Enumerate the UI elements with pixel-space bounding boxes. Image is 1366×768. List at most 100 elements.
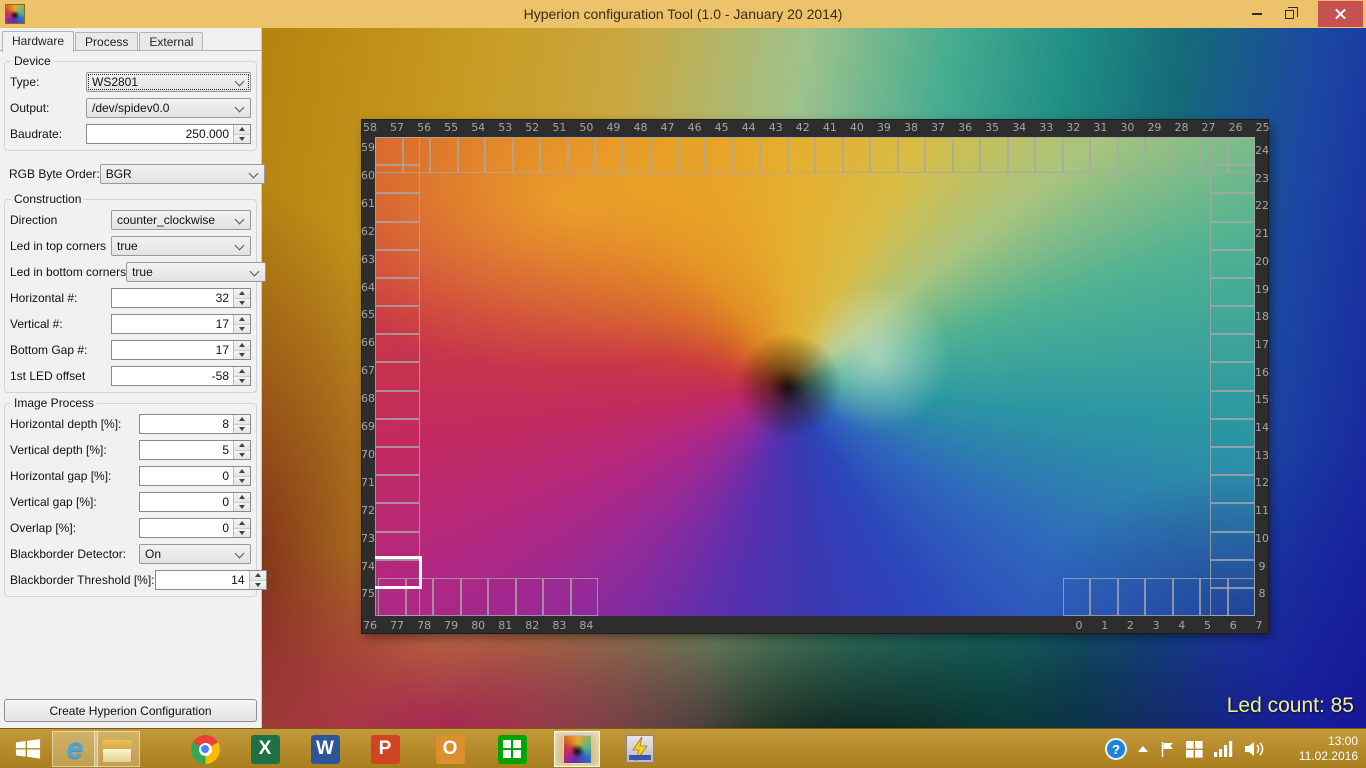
led-index-label: 69 <box>358 420 378 433</box>
led-index-label: 11 <box>1252 504 1272 517</box>
show-hidden-icons-chevron-icon[interactable] <box>1138 746 1148 752</box>
chevron-down-icon <box>248 169 258 179</box>
taskbar-app-internet-explorer[interactable]: e <box>52 731 98 767</box>
spin-up-button[interactable] <box>234 341 250 350</box>
spin-down-button[interactable] <box>234 424 250 434</box>
start-button[interactable] <box>6 733 50 765</box>
vertical-depth-spinbox[interactable]: 5 <box>139 440 251 460</box>
type-combo[interactable]: WS2801 <box>86 72 251 92</box>
taskbar-app-flash-tool[interactable] <box>617 731 663 767</box>
help-icon[interactable]: ? <box>1105 738 1127 760</box>
restore-button[interactable] <box>1274 0 1304 28</box>
spin-down-button[interactable] <box>250 580 266 590</box>
led-index-label: 66 <box>358 336 378 349</box>
form-row-rgb-byte-order: RGB Byte Order:BGR <box>9 161 252 187</box>
led-index-label: 58 <box>359 121 381 134</box>
taskbar-app-excel[interactable]: X <box>242 731 288 767</box>
blackborder-threshold-spinbox[interactable]: 14 <box>155 570 267 590</box>
led-cell <box>1173 137 1201 173</box>
1st-led-offset-spinbox[interactable]: -58 <box>111 366 251 386</box>
taskbar-app-file-explorer[interactable] <box>94 731 140 767</box>
combo-value: BGR <box>106 167 132 181</box>
titlebar: Hyperion configuration Tool (1.0 - Janua… <box>0 0 1366 28</box>
spin-down-button[interactable] <box>234 324 250 334</box>
spin-down-button[interactable] <box>234 450 250 460</box>
windows-tray-icon[interactable] <box>1186 741 1203 758</box>
taskbar-app-word[interactable]: W <box>302 731 348 767</box>
led-in-bottom-corners-combo[interactable]: true <box>126 262 266 282</box>
led-in-top-corners-combo[interactable]: true <box>111 236 251 256</box>
form-row-blackborder-threshold: Blackborder Threshold [%]:14 <box>10 567 251 593</box>
field-label-direction: Direction <box>10 213 57 227</box>
taskbar-app-chrome[interactable] <box>182 731 228 767</box>
led-index-label: 83 <box>548 619 570 632</box>
led-index-label: 3 <box>1145 619 1167 632</box>
spin-up-button[interactable] <box>234 289 250 298</box>
horizontal-spinbox[interactable]: 32 <box>111 288 251 308</box>
spin-buttons <box>233 441 250 459</box>
output-combo[interactable]: /dev/spidev0.0 <box>86 98 251 118</box>
clock-time: 13:00 <box>1282 734 1358 749</box>
network-signal-icon[interactable] <box>1214 741 1234 757</box>
spin-up-button[interactable] <box>234 125 250 134</box>
horizontal-gap-spinbox[interactable]: 0 <box>139 466 251 486</box>
led-index-label: 49 <box>602 121 624 134</box>
tab-hardware[interactable]: Hardware <box>2 31 74 52</box>
led-index-label: 80 <box>467 619 489 632</box>
horizontal-depth-spinbox[interactable]: 8 <box>139 414 251 434</box>
close-button[interactable] <box>1318 1 1363 27</box>
baudrate-spinbox[interactable]: 250.000 <box>86 124 251 144</box>
direction-combo[interactable]: counter_clockwise <box>111 210 251 230</box>
action-center-flag-icon[interactable] <box>1159 741 1175 758</box>
led-cell <box>571 578 599 616</box>
spin-up-button[interactable] <box>234 493 250 502</box>
spin-up-button[interactable] <box>250 571 266 580</box>
create-configuration-button[interactable]: Create Hyperion Configuration <box>4 699 257 722</box>
blackborder-detector-combo[interactable]: On <box>139 544 251 564</box>
volume-speaker-icon[interactable] <box>1245 741 1266 757</box>
led-cell <box>1118 137 1146 173</box>
spin-down-button[interactable] <box>234 476 250 486</box>
spin-down-button[interactable] <box>234 376 250 386</box>
spin-up-button[interactable] <box>234 315 250 324</box>
field-label-led-in-bottom-corners: Led in bottom corners <box>10 265 126 279</box>
led-cell <box>1210 222 1255 250</box>
taskbar-clock[interactable]: 13:00 11.02.2016 <box>1282 734 1358 764</box>
form-row-horizontal: Horizontal #:32 <box>10 285 251 311</box>
outlook-icon: O <box>436 735 465 764</box>
spin-up-button[interactable] <box>234 519 250 528</box>
rgb-byte-order-combo[interactable]: BGR <box>100 164 265 184</box>
arrow-down-icon <box>239 379 245 383</box>
spin-down-button[interactable] <box>234 528 250 538</box>
tab-process[interactable]: Process <box>75 32 138 51</box>
led-index-label: 53 <box>494 121 516 134</box>
taskbar-app-powerpoint[interactable]: P <box>362 731 408 767</box>
arrow-down-icon <box>239 479 245 483</box>
led-index-label: 8 <box>1252 587 1272 600</box>
spin-down-button[interactable] <box>234 134 250 144</box>
restore-icon <box>1285 10 1294 19</box>
spin-buttons <box>233 315 250 333</box>
minimize-button[interactable] <box>1242 0 1272 28</box>
led-index-label: 13 <box>1252 449 1272 462</box>
tab-external[interactable]: External <box>139 32 203 51</box>
spin-down-button[interactable] <box>234 502 250 512</box>
spin-up-button[interactable] <box>234 441 250 450</box>
overlap-spinbox[interactable]: 0 <box>139 518 251 538</box>
taskbar-app-hyperion[interactable] <box>554 731 600 767</box>
bottom-gap-spinbox[interactable]: 17 <box>111 340 251 360</box>
led-cell <box>705 137 733 173</box>
led-index-label: 62 <box>358 225 378 238</box>
spin-down-button[interactable] <box>234 350 250 360</box>
combo-value: /dev/spidev0.0 <box>92 101 169 115</box>
vertical-gap-spinbox[interactable]: 0 <box>139 492 251 512</box>
taskbar-app-outlook[interactable]: O <box>427 731 473 767</box>
group-construction: ConstructionDirectioncounter_clockwiseLe… <box>4 199 257 393</box>
spin-down-button[interactable] <box>234 298 250 308</box>
spin-up-button[interactable] <box>234 415 250 424</box>
vertical-spinbox[interactable]: 17 <box>111 314 251 334</box>
spin-up-button[interactable] <box>234 367 250 376</box>
spin-up-button[interactable] <box>234 467 250 476</box>
taskbar-app-store[interactable] <box>489 731 535 767</box>
led-index-label: 75 <box>358 587 378 600</box>
